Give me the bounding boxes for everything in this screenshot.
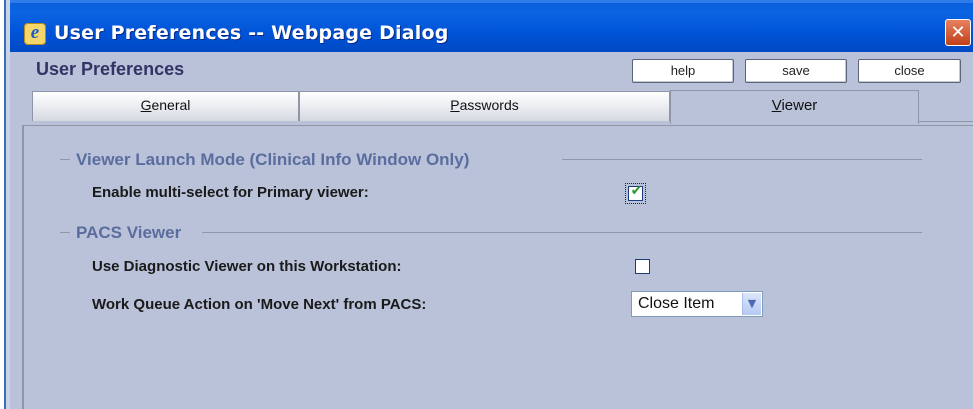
tab-passwords[interactable]: Passwords (299, 91, 670, 121)
section-rule-right (202, 232, 922, 233)
section-rule-right (562, 159, 922, 160)
header-row: User Preferences help save close (10, 52, 973, 88)
tab-bar-baseline (919, 121, 973, 122)
preferences-dialog: e User Preferences -- Webpage Dialog ✕ U… (10, 0, 973, 409)
section-viewer-launch-mode: Viewer Launch Mode (Clinical Info Window… (24, 150, 973, 170)
title-bar[interactable]: e User Preferences -- Webpage Dialog ✕ (10, 0, 973, 52)
tab-general[interactable]: General (32, 91, 299, 121)
close-button[interactable]: close (858, 59, 961, 83)
tab-general-label: eneral (151, 97, 191, 113)
multi-select-checkbox[interactable]: ✔ (625, 183, 646, 204)
tab-bar: General Passwords Viewer (10, 90, 973, 124)
tab-passwords-accesskey: P (450, 97, 460, 113)
tab-general-accesskey: G (140, 97, 152, 113)
move-next-dropdown[interactable]: Close Item ▼ (631, 291, 763, 317)
section-pacs-viewer: PACS Viewer (24, 223, 973, 243)
page-title: User Preferences (36, 59, 185, 79)
help-button[interactable]: help (632, 59, 734, 83)
chevron-down-icon[interactable]: ▼ (742, 293, 761, 315)
section-rule-left (60, 232, 70, 233)
tab-viewer-accesskey: V (771, 97, 782, 114)
tab-viewer[interactable]: Viewer (670, 90, 919, 124)
move-next-selected-value: Close Item (638, 295, 715, 312)
window-title: User Preferences -- Webpage Dialog (54, 22, 449, 44)
background-window-edge (0, 0, 10, 409)
section-title-pacs-viewer: PACS Viewer (76, 223, 182, 242)
diagnostic-viewer-label: Use Diagnostic Viewer on this Workstatio… (92, 258, 402, 275)
save-button[interactable]: save (745, 59, 847, 83)
move-next-label: Work Queue Action on 'Move Next' from PA… (92, 296, 427, 313)
viewer-tab-panel: Viewer Launch Mode (Clinical Info Window… (22, 125, 973, 409)
multi-select-label: Enable multi-select for Primary viewer: (92, 184, 369, 201)
window-close-button[interactable]: ✕ (945, 19, 971, 46)
diagnostic-viewer-checkbox[interactable] (635, 259, 650, 274)
tab-viewer-label: iewer (781, 97, 818, 114)
checkmark-icon: ✔ (630, 183, 643, 199)
internet-explorer-icon: e (24, 22, 46, 45)
section-rule-left (60, 159, 70, 160)
section-title-launch-mode: Viewer Launch Mode (Clinical Info Window… (76, 150, 470, 169)
tab-passwords-label: asswords (459, 97, 519, 113)
